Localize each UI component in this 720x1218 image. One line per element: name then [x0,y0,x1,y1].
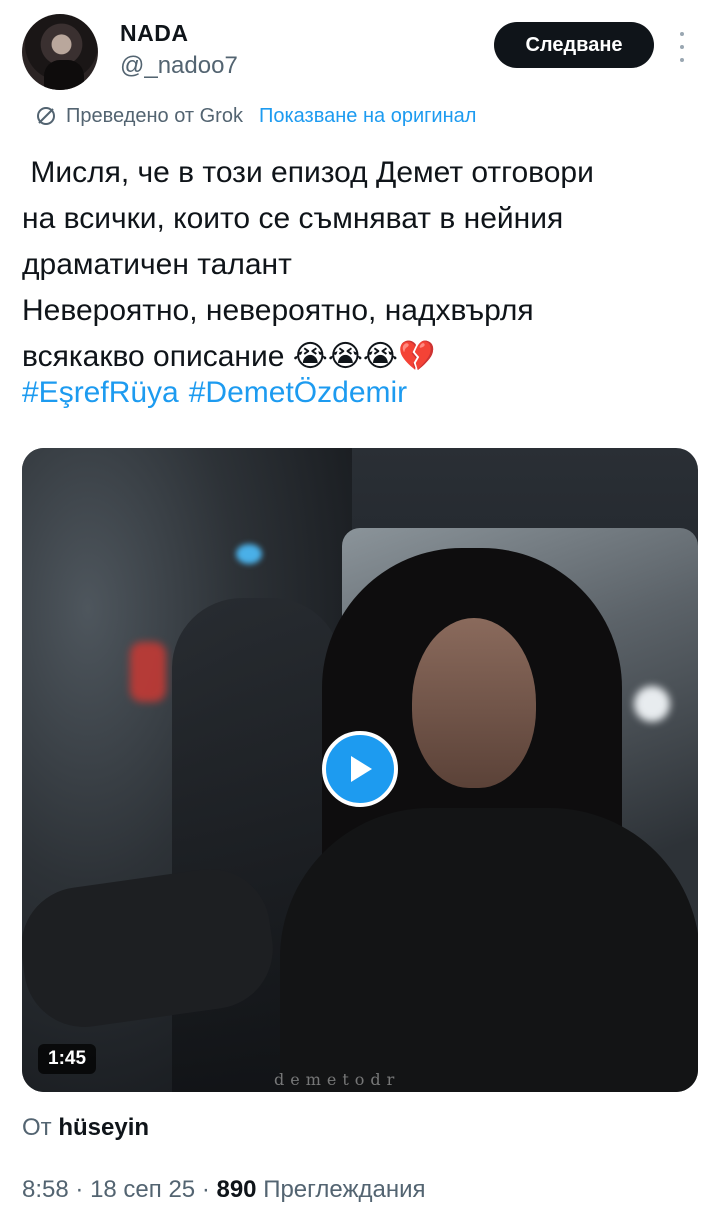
separator: · [201,1176,210,1203]
play-icon [351,756,372,782]
views-label: Преглеждания [263,1176,426,1203]
hashtag-link[interactable]: #DemetÖzdemir [189,376,407,409]
follow-button[interactable]: Следване [494,22,654,68]
video-frame-detail [130,642,166,702]
author-name[interactable]: NADA [120,20,188,47]
view-count: 890 [216,1176,257,1203]
tweet-metadata: 8:58 · 18 сеп 25 · 890 Преглеждания [22,1176,426,1204]
video-frame-detail [412,618,536,788]
more-options-icon[interactable] [670,32,694,62]
play-button[interactable] [322,731,398,807]
video-player[interactable]: 1:45 demetodr [22,448,698,1092]
video-frame-detail [236,544,262,564]
translate-icon [37,107,55,125]
avatar[interactable] [22,14,98,90]
show-original-link[interactable]: Показване на оригинал [259,105,476,128]
attribution-user[interactable]: hüseyin [58,1114,149,1141]
video-frame-detail [280,808,698,1092]
translation-row: Преведено от Grok Показване на оригинал [34,102,476,130]
separator: · [75,1176,84,1203]
video-frame-detail [634,686,670,722]
tweet-date[interactable]: 18 сеп 25 [90,1176,195,1203]
attribution-prefix: От [22,1114,52,1141]
video-attribution: От hüseyin [22,1114,149,1142]
hashtag-link[interactable]: #EşrefRüya [22,376,179,409]
video-watermark: demetodr [274,1070,401,1089]
author-handle[interactable]: @_nadoo7 [120,52,238,80]
translated-by-label: Преведено от Grok [66,104,243,127]
tweet-time[interactable]: 8:58 [22,1176,69,1203]
hashtags: #EşrefRüya #DemetÖzdemir [22,370,417,416]
video-duration-badge: 1:45 [38,1044,97,1074]
tweet-text: Мисля, че в този епизод Демет отговори н… [22,156,594,373]
